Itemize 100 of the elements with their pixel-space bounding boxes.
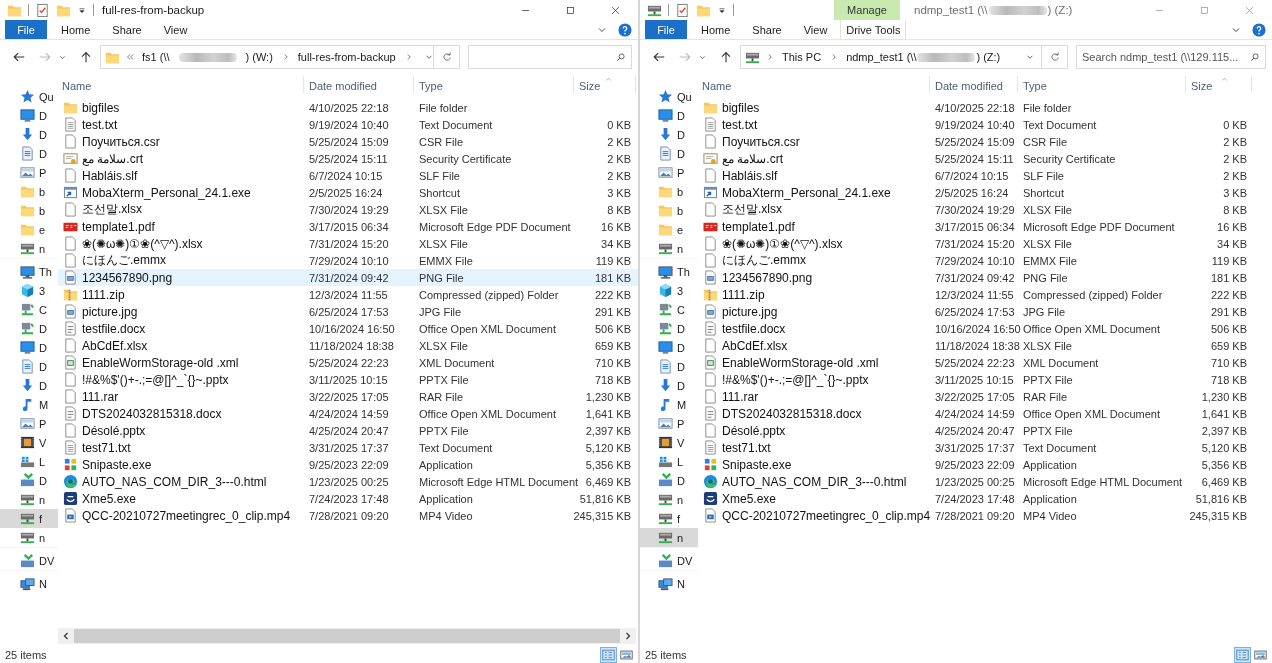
file-row[interactable]: Xme5.exe 7/24/2023 17:48 Application 51,816 KB bbox=[58, 490, 638, 507]
breadcrumb[interactable]: fs1 (\\ ) (W:) bbox=[140, 51, 291, 63]
nav-item[interactable]: V bbox=[0, 433, 58, 452]
file-row[interactable]: 111.rar 3/22/2025 17:05 RAR File 1,230 KB bbox=[58, 388, 638, 405]
date-cell: 3/22/2025 17:05 bbox=[935, 390, 1015, 403]
customize-toolbar-icon[interactable] bbox=[77, 5, 87, 15]
nav-item[interactable]: e bbox=[0, 220, 58, 239]
size-cell: 222 KB bbox=[1210, 288, 1247, 301]
nav-item[interactable]: P bbox=[0, 163, 58, 182]
date-cell: 7/24/2023 17:48 bbox=[935, 492, 1015, 505]
file-tab[interactable]: File bbox=[5, 20, 47, 39]
pictures-icon bbox=[20, 416, 35, 431]
nav-item[interactable]: D bbox=[0, 376, 58, 395]
type-cell: Shortcut bbox=[419, 186, 460, 199]
nav-item[interactable]: P bbox=[0, 414, 58, 433]
nav-item[interactable]: D bbox=[0, 144, 58, 163]
file-row[interactable]: test.txt 9/19/2024 10:40 Text Document 0 KB bbox=[58, 116, 638, 133]
window-title: ndmp_test1 (\\ bbox=[914, 4, 988, 16]
properties-icon[interactable] bbox=[35, 2, 50, 18]
size-cell: 34 KB bbox=[1217, 237, 1247, 250]
breadcrumb[interactable]: full-res-from-backup bbox=[295, 51, 414, 63]
horizontal-scrollbar[interactable] bbox=[58, 628, 636, 644]
date-cell: 7/31/2024 09:42 bbox=[935, 271, 1015, 284]
help-icon[interactable] bbox=[618, 22, 632, 37]
nav-item[interactable]: M bbox=[0, 395, 58, 414]
nav-item[interactable]: n bbox=[0, 239, 58, 258]
file-row[interactable]: Snipaste.exe 9/25/2023 22:09 Application 5,356 KB bbox=[58, 456, 638, 473]
column-header[interactable]: Size bbox=[574, 76, 636, 93]
file-row[interactable]: ❀(✺ω✺)①❀(^▽^).xlsx 7/31/2024 15:20 XLSX File 34 KB bbox=[58, 235, 638, 252]
file-name: 1234567890.png bbox=[82, 270, 173, 285]
nav-item[interactable]: D bbox=[0, 106, 58, 125]
nav-item[interactable]: b bbox=[0, 201, 58, 220]
file-row[interactable]: 1234567890.png 7/31/2024 09:42 PNG File 181 KB bbox=[58, 269, 638, 286]
address-bar[interactable]: fs1 (\\ ) (W:) full-res-from-backup bbox=[100, 45, 434, 69]
file-row[interactable]: bigfiles 4/10/2025 22:18 File folder bbox=[58, 99, 638, 116]
file-row[interactable]: Désolé.pptx 4/25/2024 20:47 PPTX File 2,397 KB bbox=[58, 422, 638, 439]
type-cell: Microsoft Edge HTML Document bbox=[1023, 475, 1183, 488]
nav-item[interactable]: Th bbox=[0, 258, 58, 281]
nav-item[interactable]: 3 bbox=[0, 281, 58, 300]
nav-item[interactable]: D bbox=[0, 125, 58, 144]
back-arrow-icon[interactable] bbox=[12, 50, 26, 64]
scrollbar-thumb[interactable] bbox=[74, 629, 620, 643]
type-cell: PPTX File bbox=[419, 373, 469, 386]
file-row[interactable]: にほんご.emmx 7/29/2024 10:10 EMMX File 119 KB bbox=[58, 252, 638, 269]
file-row[interactable]: EnableWormStorage-old .xml 5/25/2024 22:23 XML Document 710 KB bbox=[58, 354, 638, 371]
file-row[interactable]: 1111.zip 12/3/2024 11:55 Compressed (zipped) Folder 222 KB bbox=[58, 286, 638, 303]
file-row[interactable]: !#&%$'()+-.;=@[]^_`{}~.pptx 3/11/2025 10:15 PPTX File 718 KB bbox=[58, 371, 638, 388]
overflow-chevron-icon[interactable] bbox=[125, 52, 135, 62]
date-cell: 5/25/2024 15:11 bbox=[935, 152, 1014, 165]
file-row[interactable]: 조선말.xlsx 7/30/2024 19:29 XLSX File 8 KB bbox=[58, 201, 638, 218]
document-icon bbox=[703, 406, 718, 421]
nav-item[interactable]: D bbox=[0, 319, 58, 338]
nav-item[interactable]: DV bbox=[0, 547, 58, 570]
file-row[interactable]: test71.txt 3/31/2025 17:37 Text Document 5,120 KB bbox=[58, 439, 638, 456]
details-view-icon[interactable] bbox=[601, 648, 616, 662]
nav-item[interactable]: D bbox=[0, 471, 58, 490]
forward-arrow-icon[interactable] bbox=[38, 50, 52, 64]
nav-item[interactable]: C bbox=[0, 300, 58, 319]
file-row[interactable]: DTS2024032815318.docx 4/24/2024 14:59 Office Open XML Document 1,641 KB bbox=[58, 405, 638, 422]
type-cell: SLF File bbox=[1023, 169, 1064, 182]
nav-item[interactable]: n bbox=[0, 490, 58, 509]
maximize-icon bbox=[1199, 4, 1210, 16]
file-row[interactable]: template1.pdf 3/17/2015 06:34 Microsoft Edge PDF Document 16 KB bbox=[58, 218, 638, 235]
nav-item[interactable]: n bbox=[0, 528, 58, 547]
search-field[interactable] bbox=[468, 45, 632, 69]
large-icons-view-icon[interactable] bbox=[619, 648, 634, 662]
column-header[interactable]: Type bbox=[414, 76, 574, 93]
file-row[interactable]: Habláis.slf 6/7/2024 10:15 SLF File 2 KB bbox=[58, 167, 638, 184]
ribbon-tab[interactable]: Share bbox=[101, 20, 153, 39]
nav-item[interactable]: f bbox=[0, 509, 58, 528]
nav-item[interactable]: L bbox=[0, 452, 58, 471]
file-row[interactable]: Поучиться.csr 5/25/2024 15:09 CSR File 2 KB bbox=[58, 133, 638, 150]
file-row[interactable]: testfile.docx 10/16/2024 16:50 Office Open XML Document 506 KB bbox=[58, 320, 638, 337]
nav-item[interactable]: D bbox=[0, 357, 58, 376]
folder-icon bbox=[20, 222, 35, 237]
nav-item[interactable]: N bbox=[0, 570, 58, 593]
file-name: 1111.zip bbox=[722, 287, 765, 302]
column-header[interactable]: Name bbox=[58, 76, 304, 93]
search-icon[interactable] bbox=[616, 52, 626, 62]
file-name: QCC-20210727meetingrec_0_clip.mp4 bbox=[82, 508, 291, 523]
file-row[interactable]: picture.jpg 6/25/2024 17:53 JPG File 291 KB bbox=[58, 303, 638, 320]
file-row[interactable]: QCC-20210727meetingrec_0_clip.mp4 7/28/2021 09:20 MP4 Video 245,315 KB bbox=[58, 507, 638, 524]
file-row[interactable]: AbCdEf.xlsx 11/18/2024 18:38 XLSX File 659 KB bbox=[58, 337, 638, 354]
ribbon-tab[interactable]: Home bbox=[50, 20, 102, 39]
file-row[interactable]: MobaXterm_Personal_24.1.exe 2/5/2025 16:24 Shortcut 3 KB bbox=[58, 184, 638, 201]
up-arrow-icon[interactable] bbox=[79, 50, 93, 64]
file-icon bbox=[703, 236, 718, 251]
date-cell: 7/28/2021 09:20 bbox=[309, 509, 389, 522]
nav-item[interactable]: D bbox=[0, 338, 58, 357]
xml-file-icon bbox=[703, 355, 718, 370]
shortcut-icon bbox=[63, 185, 78, 200]
file-name: Xme5.exe bbox=[722, 491, 777, 506]
star-icon bbox=[20, 89, 35, 104]
nav-item[interactable]: Qu bbox=[0, 87, 58, 106]
file-row[interactable]: AUTO_NAS_COM_DIR_3---0.html 1/23/2025 00:25 Microsoft Edge HTML Document 6,469 KB bbox=[58, 473, 638, 490]
date-cell: 4/24/2024 14:59 bbox=[309, 407, 389, 420]
refresh-button[interactable] bbox=[434, 45, 460, 69]
ribbon-tab[interactable]: View bbox=[152, 20, 199, 39]
column-header[interactable]: Date modified bbox=[304, 76, 414, 93]
nav-item[interactable]: b bbox=[0, 182, 58, 201]
